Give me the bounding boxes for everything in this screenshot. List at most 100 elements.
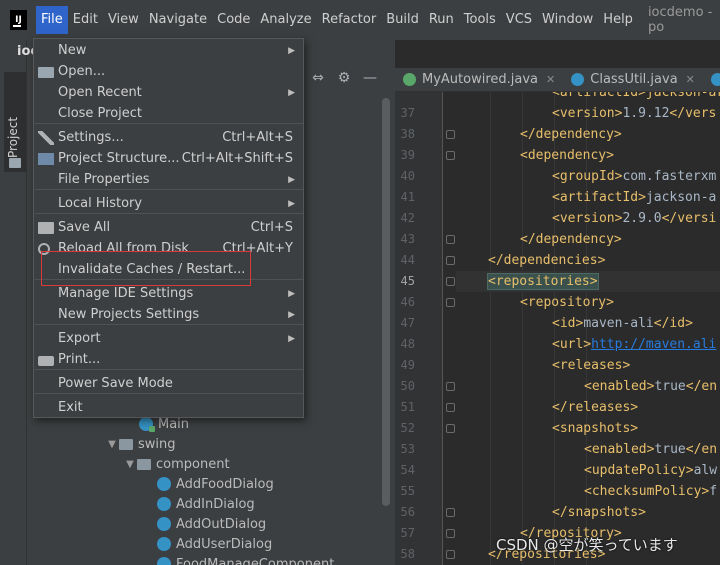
code-line[interactable]: <enabled>true</en bbox=[456, 439, 720, 460]
menu-item-new[interactable]: New ▶ bbox=[34, 40, 303, 61]
editor-tab[interactable]: Jdb bbox=[703, 68, 720, 92]
fold-marker-icon[interactable] bbox=[446, 151, 455, 160]
menu-item-file-properties[interactable]: File Properties ▶ bbox=[34, 169, 303, 190]
code-line[interactable]: <repository> bbox=[456, 292, 720, 313]
fold-marker-icon[interactable] bbox=[446, 403, 455, 412]
fold-marker-icon[interactable] bbox=[446, 298, 455, 307]
menu-item-project-structure[interactable]: Project Structure... Ctrl+Alt+Shift+S bbox=[34, 148, 303, 169]
menu-vcs[interactable]: VCS bbox=[501, 6, 537, 34]
code-line[interactable]: <id>maven-ali</id> bbox=[456, 313, 720, 334]
fold-marker-icon[interactable] bbox=[446, 130, 455, 139]
menu-analyze[interactable]: Analyze bbox=[255, 6, 316, 34]
tree-item[interactable]: FoodManageComponent bbox=[157, 554, 334, 565]
fold-marker-icon[interactable] bbox=[446, 382, 455, 391]
tree-item[interactable]: AddInDialog bbox=[157, 494, 255, 514]
code-tag: <enabled> bbox=[584, 442, 655, 457]
line-number: 55 bbox=[400, 484, 415, 498]
code-text: true bbox=[654, 379, 686, 394]
menu-item-new-projects-settings[interactable]: New Projects Settings ▶ bbox=[34, 304, 303, 325]
code-text: com.fasterxm bbox=[622, 169, 717, 184]
tree-item-label: swing bbox=[138, 436, 176, 452]
class-icon bbox=[157, 497, 171, 511]
tree-item[interactable]: AddUserDialog bbox=[157, 534, 272, 554]
gear-icon[interactable]: ⚙ bbox=[336, 70, 352, 86]
menu-tools[interactable]: Tools bbox=[459, 6, 501, 34]
menu-item-export[interactable]: Export ▶ bbox=[34, 328, 303, 349]
fold-marker-icon[interactable] bbox=[446, 550, 455, 559]
code-tag: </en bbox=[685, 379, 718, 394]
chevron-down-icon[interactable]: ▼ bbox=[123, 459, 137, 470]
code-line[interactable]: <version>2.9.0</versi bbox=[456, 208, 720, 229]
editor-tab[interactable]: MyAutowired.java ✕ bbox=[395, 68, 563, 92]
menu-item-exit[interactable]: Exit bbox=[34, 397, 303, 418]
menu-file[interactable]: File bbox=[36, 6, 68, 34]
minimize-icon[interactable]: — bbox=[362, 70, 378, 86]
code-line[interactable]: <dependency> bbox=[456, 145, 720, 166]
menu-code[interactable]: Code bbox=[212, 6, 255, 34]
menu-item-label: Local History bbox=[58, 196, 143, 211]
menu-run[interactable]: Run bbox=[424, 6, 459, 34]
code-line[interactable]: <url>http://maven.ali bbox=[456, 334, 720, 355]
code-line[interactable]: </snapshots> bbox=[456, 502, 720, 523]
line-number: 39 bbox=[400, 148, 415, 162]
menu-refactor[interactable]: Refactor bbox=[317, 6, 382, 34]
code-line[interactable]: <artifactId>jackson-ar bbox=[552, 92, 720, 103]
menu-item-power-save-mode[interactable]: Power Save Mode bbox=[34, 373, 303, 394]
code-line[interactable]: <repositories> bbox=[456, 271, 720, 292]
fold-marker-icon[interactable] bbox=[446, 529, 455, 538]
close-icon[interactable]: ✕ bbox=[686, 73, 695, 86]
code-line[interactable]: </dependency> bbox=[456, 124, 720, 145]
tree-item-label: AddUserDialog bbox=[176, 536, 273, 552]
menu-item-local-history[interactable]: Local History ▶ bbox=[34, 193, 303, 214]
code-url[interactable]: http://maven.ali bbox=[591, 337, 716, 352]
menu-help[interactable]: Help bbox=[598, 6, 638, 34]
fold-marker-icon[interactable] bbox=[446, 256, 455, 265]
fold-marker-icon[interactable] bbox=[446, 235, 455, 244]
menu-view[interactable]: View bbox=[103, 6, 144, 34]
code-line[interactable]: </dependency> bbox=[456, 229, 720, 250]
code-line[interactable]: <updatePolicy>alw bbox=[456, 460, 720, 481]
code-line[interactable]: <enabled>true</en bbox=[456, 376, 720, 397]
code-text: 1.9.12 bbox=[622, 106, 670, 121]
project-scrollbar[interactable] bbox=[382, 98, 390, 506]
tree-item[interactable]: AddOutDialog bbox=[157, 514, 266, 534]
code-line[interactable]: <releases> bbox=[456, 355, 720, 376]
menu-item-open-recent[interactable]: Open Recent ▶ bbox=[34, 82, 303, 103]
menu-item-manage-ide-settings[interactable]: Manage IDE Settings ▶ bbox=[34, 283, 303, 304]
code-line[interactable]: </dependencies> bbox=[456, 250, 720, 271]
fold-marker-icon[interactable] bbox=[446, 277, 455, 286]
line-number: 40 bbox=[400, 169, 415, 183]
collapse-all-icon[interactable]: ⇔ bbox=[310, 70, 326, 86]
menu-edit[interactable]: Edit bbox=[68, 6, 103, 34]
editor-tab[interactable]: ClassUtil.java ✕ bbox=[563, 68, 703, 92]
code-line[interactable]: <snapshots> bbox=[456, 418, 720, 439]
menu-item-settings[interactable]: Settings... Ctrl+Alt+S bbox=[34, 127, 303, 148]
fold-marker-icon[interactable] bbox=[446, 424, 455, 433]
menu-item-close-project[interactable]: Close Project bbox=[34, 103, 303, 124]
menu-item-print[interactable]: Print... bbox=[34, 349, 303, 370]
tree-item[interactable]: ▼ component bbox=[123, 454, 229, 474]
file-menu-dropdown: New ▶ Open... Open Recent ▶ Close Project Sett… bbox=[33, 38, 304, 418]
chevron-down-icon[interactable]: ▼ bbox=[105, 439, 119, 450]
menu-item-save-all[interactable]: Save All Ctrl+S bbox=[34, 217, 303, 238]
menu-item-open[interactable]: Open... bbox=[34, 61, 303, 82]
code-line[interactable]: </releases> bbox=[456, 397, 720, 418]
tree-item[interactable]: ▼ swing bbox=[105, 434, 176, 454]
folder-open-icon bbox=[38, 67, 54, 78]
menu-window[interactable]: Window bbox=[537, 6, 598, 34]
menu-item-label: Exit bbox=[58, 400, 83, 415]
close-icon[interactable]: ✕ bbox=[546, 73, 555, 86]
line-number: 46 bbox=[400, 295, 415, 309]
code-line[interactable]: <artifactId>jackson-a bbox=[456, 187, 720, 208]
menu-build[interactable]: Build bbox=[381, 6, 424, 34]
menu-item-label: Close Project bbox=[58, 106, 143, 121]
tree-item[interactable]: AddFoodDialog bbox=[157, 474, 274, 494]
menu-navigate[interactable]: Navigate bbox=[144, 6, 212, 34]
code-line[interactable]: <checksumPolicy>f bbox=[456, 481, 720, 502]
tree-item-label: Main bbox=[158, 416, 190, 432]
code-tag: </dependency> bbox=[520, 232, 622, 247]
code-editor[interactable]: <artifactId>jackson-ar <version>1.9.12</v… bbox=[456, 92, 720, 565]
code-line[interactable]: <groupId>com.fasterxm bbox=[456, 166, 720, 187]
code-line[interactable]: <version>1.9.12</vers bbox=[456, 103, 720, 124]
fold-marker-icon[interactable] bbox=[446, 508, 455, 517]
